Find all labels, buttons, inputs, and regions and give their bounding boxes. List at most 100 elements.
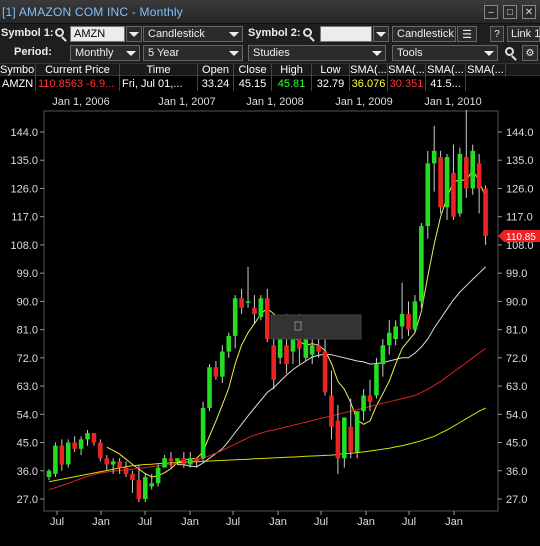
candle-body[interactable]	[239, 298, 244, 308]
minimize-icon[interactable]: –	[484, 5, 498, 19]
col-header[interactable]: Close	[234, 64, 272, 77]
candle-body[interactable]	[438, 157, 443, 208]
col-header[interactable]: Symbol	[0, 64, 36, 77]
candle-body[interactable]	[72, 442, 77, 449]
candle-body[interactable]	[110, 461, 116, 465]
candle-body[interactable]	[207, 367, 212, 409]
chart-type1-select[interactable]: Candlestick	[143, 26, 243, 42]
candle-body[interactable]	[457, 153, 463, 214]
candle-body[interactable]	[335, 420, 341, 459]
candle-body[interactable]	[245, 301, 251, 303]
candle-body[interactable]	[412, 301, 418, 330]
candle-body[interactable]	[393, 326, 398, 340]
candle-body[interactable]	[117, 461, 122, 468]
candle-body[interactable]	[46, 470, 52, 478]
zoom-icon[interactable]	[505, 47, 514, 56]
link-select[interactable]: Link 1	[507, 26, 540, 42]
candle-body[interactable]	[98, 442, 103, 459]
candle-body[interactable]	[220, 351, 225, 377]
candle-body[interactable]	[451, 172, 456, 217]
close-icon[interactable]: ✕	[522, 5, 536, 19]
candle-body[interactable]	[483, 188, 488, 236]
candle-body[interactable]	[187, 458, 193, 465]
candle-body[interactable]	[374, 364, 379, 396]
col-header[interactable]: Time	[120, 64, 198, 77]
candle-body[interactable]	[85, 433, 90, 440]
candle-body[interactable]	[470, 150, 476, 189]
candle-body[interactable]	[361, 395, 366, 412]
candle-body[interactable]	[284, 345, 289, 365]
range-select[interactable]: 5 Year	[143, 45, 243, 61]
list-menu-button[interactable]: ☰	[457, 26, 477, 42]
candle-body[interactable]	[431, 150, 437, 164]
col-header[interactable]: SMA(...	[466, 64, 506, 77]
price-chart[interactable]: Jan 1, 2006 Jan 1, 2007 Jan 1, 2008 Jan 1, …	[0, 91, 540, 546]
symbol1-input[interactable]: AMZN	[70, 26, 125, 42]
candle-body[interactable]	[464, 157, 469, 189]
candle-body[interactable]	[226, 335, 232, 352]
candle-body[interactable]	[380, 345, 386, 365]
candle-body[interactable]	[168, 458, 174, 462]
candle-body[interactable]	[309, 345, 315, 355]
candle-body[interactable]	[143, 477, 148, 499]
candle-body[interactable]	[476, 163, 482, 189]
col-header[interactable]: SMA(...	[388, 64, 426, 77]
candle-body[interactable]	[342, 417, 347, 459]
candle-body[interactable]	[316, 345, 321, 352]
col-header[interactable]: High	[272, 64, 312, 77]
candle-body[interactable]	[406, 313, 411, 330]
candle-body[interactable]	[130, 473, 135, 481]
candle-body[interactable]	[123, 467, 129, 474]
col-header[interactable]: Low	[312, 64, 350, 77]
candle-body[interactable]	[264, 298, 270, 340]
candle-body[interactable]	[155, 467, 161, 484]
candle-body[interactable]	[290, 339, 296, 352]
symbol1-dropdown-button[interactable]	[126, 26, 142, 42]
chart-type2-select[interactable]: Candlestick	[392, 26, 456, 42]
candle-body[interactable]	[367, 395, 373, 402]
col-header[interactable]: Current Price	[36, 64, 120, 77]
candle-body[interactable]	[419, 226, 424, 302]
candle-body[interactable]	[91, 433, 97, 443]
candle-body[interactable]	[322, 351, 328, 393]
maximize-icon[interactable]: □	[503, 5, 517, 19]
candle-body[interactable]	[258, 298, 264, 318]
candle-body[interactable]	[162, 458, 167, 468]
col-header[interactable]: SMA(...	[426, 64, 466, 77]
settings-button[interactable]: ⚙	[522, 45, 538, 61]
quote-row[interactable]: AMZN 110.8563 -6.9... Fri, Jul 01,... 33…	[0, 77, 540, 91]
symbol2-search-icon[interactable]	[303, 28, 312, 37]
candle-body[interactable]	[65, 442, 71, 465]
candle-body[interactable]	[232, 298, 238, 336]
candle-body[interactable]	[181, 458, 187, 465]
col-header[interactable]: Open	[198, 64, 234, 77]
candle-body[interactable]	[444, 157, 450, 208]
candle-body[interactable]	[386, 332, 392, 346]
candle-body[interactable]	[194, 458, 199, 462]
candle-body[interactable]	[252, 307, 257, 314]
candle-body[interactable]	[53, 445, 58, 474]
col-header[interactable]: SMA(...	[350, 64, 388, 77]
candle-body[interactable]	[354, 411, 360, 452]
candle-body[interactable]	[175, 458, 180, 462]
candle-body[interactable]	[399, 313, 405, 327]
symbol2-dropdown-button[interactable]	[373, 26, 389, 42]
candle-body[interactable]	[348, 426, 354, 452]
candle-body[interactable]	[271, 345, 276, 380]
candle-body[interactable]	[104, 458, 110, 465]
symbol2-input[interactable]	[320, 26, 372, 42]
studies-select[interactable]: Studies	[248, 45, 386, 61]
candle-body[interactable]	[297, 339, 302, 349]
candle-body[interactable]	[425, 163, 431, 227]
candle-body[interactable]	[200, 408, 206, 459]
candle-body[interactable]	[213, 367, 219, 377]
candle-body[interactable]	[149, 483, 155, 487]
period-select[interactable]: Monthly	[70, 45, 140, 61]
symbol1-search-icon[interactable]	[55, 28, 64, 37]
candle-body[interactable]	[78, 439, 84, 449]
window-titlebar[interactable]: [1] AMAZON COM INC - Monthly – □ ✕	[0, 0, 540, 24]
help-button[interactable]: ?	[490, 26, 504, 42]
candle-body[interactable]	[329, 395, 334, 427]
candle-body[interactable]	[59, 445, 65, 465]
tools-select[interactable]: Tools	[392, 45, 498, 61]
